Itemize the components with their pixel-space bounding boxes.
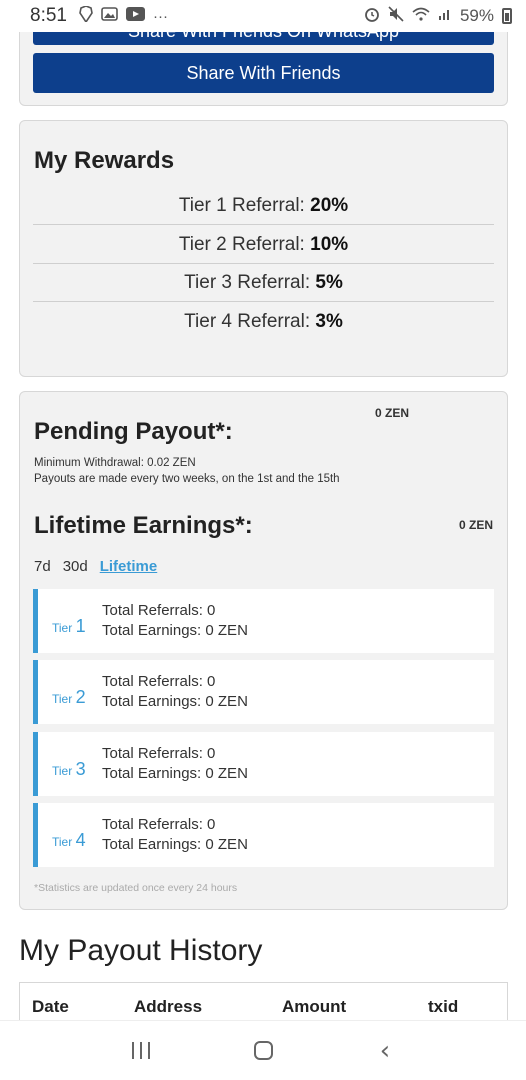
total-earnings: Total Earnings: 0 ZEN [102,622,248,639]
tier-stats-3: Tier 3 Total Referrals: 0 Total Earnings… [33,732,494,796]
total-earnings: Total Earnings: 0 ZEN [102,765,248,782]
battery-icon [502,8,512,24]
tab-7d[interactable]: 7d [34,558,51,575]
alarm-icon [364,6,380,27]
reward-label: Tier 1 Referral: [178,195,305,216]
earnings-card: 0 ZEN Pending Payout*: Minimum Withdrawa… [19,391,508,910]
payout-schedule-note: Payouts are made every two weeks, on the… [34,473,340,485]
tier-number: 3 [75,759,86,779]
tier-word: Tier [52,764,73,778]
column-header-amount: Amount [282,997,347,1016]
tab-lifetime[interactable]: Lifetime [100,558,158,575]
battery-percent: 59% [459,6,494,25]
page-content: Share With Friends On WhatsApp Share Wit… [0,32,526,1020]
total-referrals: Total Referrals: 0 [102,745,216,762]
tier-word: Tier [52,692,73,706]
reward-value: 10% [310,234,349,255]
lifetime-earnings-amount: 0 ZEN [458,518,493,532]
tier-number: 4 [75,830,86,850]
status-bar: 8:51 ··· 59% [0,0,526,32]
share-with-friends-button[interactable]: Share With Friends [33,53,494,93]
reward-label: Tier 4 Referral: [184,311,311,332]
period-tabs: 7d 30d Lifetime [34,558,157,575]
image-icon [101,7,118,25]
pending-payout-amount: 0 ZEN [375,406,410,420]
share-card: Share With Friends On WhatsApp Share Wit… [19,32,508,106]
total-referrals: Total Referrals: 0 [102,602,216,619]
payout-history-table: Date Address Amount txid [19,982,508,1020]
pending-payout-title: Pending Payout*: [34,418,233,445]
tier-word: Tier [52,835,73,849]
back-button[interactable]: ‹ [365,1031,405,1071]
tier-stats-text: Total Referrals: 0 Total Earnings: 0 ZEN [102,601,248,641]
column-header-date: Date [32,997,69,1016]
recent-apps-button[interactable] [121,1031,161,1071]
wifi-icon [412,6,430,26]
tier-stats-text: Total Referrals: 0 Total Earnings: 0 ZEN [102,672,248,712]
statistics-note: *Statistics are updated once every 24 ho… [34,882,238,894]
brave-icon [79,5,93,26]
tier-number: 2 [75,687,86,707]
youtube-icon [125,7,145,25]
reward-value: 3% [315,311,343,332]
signal-icon [438,6,452,26]
status-time: 8:51 [30,5,67,26]
share-whatsapp-button[interactable]: Share With Friends On WhatsApp [33,32,494,45]
reward-row-tier-3: Tier 3 Referral: 5% [33,264,494,302]
total-referrals: Total Referrals: 0 [102,673,216,690]
lifetime-earnings-title: Lifetime Earnings*: [34,512,253,539]
minimum-withdrawal-note: Minimum Withdrawal: 0.02 ZEN [34,457,196,469]
tier-stats-2: Tier 2 Total Referrals: 0 Total Earnings… [33,660,494,724]
more-icon: ··· [152,7,168,25]
tab-30d[interactable]: 30d [63,558,88,575]
home-icon [253,1041,273,1060]
tier-stats-1: Tier 1 Total Referrals: 0 Total Earnings… [33,589,494,653]
tier-stats-text: Total Referrals: 0 Total Earnings: 0 ZEN [102,815,248,855]
reward-value: 20% [310,195,349,216]
total-referrals: Total Referrals: 0 [102,816,216,833]
total-earnings: Total Earnings: 0 ZEN [102,693,248,710]
tier-stats-text: Total Referrals: 0 Total Earnings: 0 ZEN [102,744,248,784]
reward-value: 5% [315,272,343,293]
recents-icon [132,1042,150,1059]
column-header-txid: txid [428,997,459,1016]
tier-word: Tier [52,621,73,635]
tier-number: 1 [75,616,86,636]
column-header-address: Address [134,997,203,1016]
total-earnings: Total Earnings: 0 ZEN [102,836,248,853]
home-button[interactable] [243,1031,283,1071]
reward-label: Tier 3 Referral: [184,272,311,293]
reward-row-tier-4: Tier 4 Referral: 3% [33,303,494,341]
reward-label: Tier 2 Referral: [178,234,305,255]
mute-icon [388,5,404,27]
reward-row-tier-2: Tier 2 Referral: 10% [33,226,494,264]
tier-label: Tier 4 [52,830,86,851]
system-nav-bar: ‹ [0,1020,526,1080]
tier-stats-4: Tier 4 Total Referrals: 0 Total Earnings… [33,803,494,867]
back-chevron-icon: ‹ [379,1035,391,1066]
rewards-title: My Rewards [34,147,175,174]
tier-label: Tier 3 [52,759,86,780]
tier-label: Tier 2 [52,687,86,708]
payout-history-title: My Payout History [19,934,263,967]
rewards-card: My Rewards Tier 1 Referral: 20% Tier 2 R… [19,120,508,377]
reward-row-tier-1: Tier 1 Referral: 20% [33,187,494,225]
tier-label: Tier 1 [52,616,86,637]
